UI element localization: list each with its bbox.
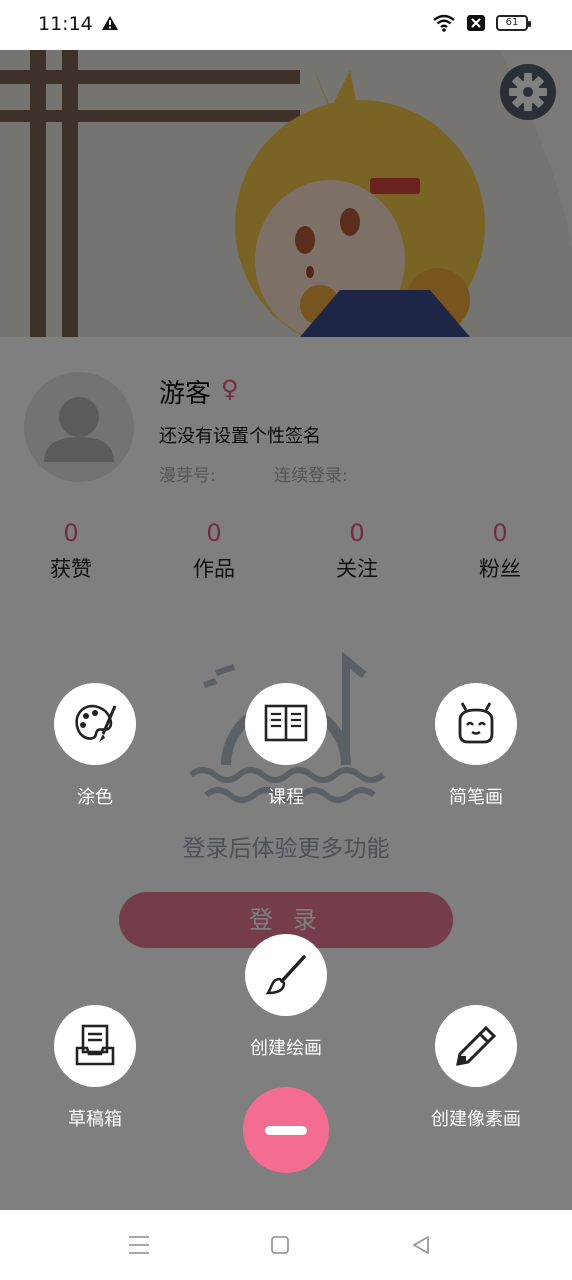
menu-lines-icon xyxy=(129,1236,149,1254)
close-menu-button[interactable] xyxy=(243,1087,329,1173)
course-label: 课程 xyxy=(268,787,304,808)
home-square-icon xyxy=(271,1236,289,1254)
nav-menu-button[interactable] xyxy=(119,1230,159,1260)
create-drawing-action[interactable]: 创建绘画 xyxy=(216,934,356,1060)
battery-icon: 61 xyxy=(496,15,531,31)
course-circle[interactable] xyxy=(245,683,327,765)
pixel-pencil-icon xyxy=(456,1025,497,1066)
brush-icon xyxy=(265,955,306,995)
inbox-drafts-icon xyxy=(75,1024,115,1066)
simple-drawing-circle[interactable] xyxy=(435,683,517,765)
sim-off-icon xyxy=(467,15,485,31)
create-pixel-action[interactable]: 创建像素画 xyxy=(406,1005,546,1131)
nav-home-button[interactable] xyxy=(260,1230,300,1260)
status-bar: 11:14 61 xyxy=(0,0,572,50)
warning-icon xyxy=(102,16,118,30)
drafts-action[interactable]: 草稿箱 xyxy=(25,1005,165,1131)
simple-drawing-action[interactable]: 简笔画 xyxy=(406,683,546,809)
minus-icon xyxy=(265,1125,307,1135)
coloring-action[interactable]: 涂色 xyxy=(25,683,165,809)
simple-drawing-label: 简笔画 xyxy=(449,787,503,808)
back-triangle-icon xyxy=(413,1236,429,1254)
battery-level: 61 xyxy=(505,17,519,28)
palette-icon xyxy=(75,704,117,742)
cute-face-icon xyxy=(458,702,494,744)
create-pixel-circle[interactable] xyxy=(435,1005,517,1087)
create-drawing-circle[interactable] xyxy=(245,934,327,1016)
book-icon xyxy=(264,704,308,742)
status-time: 11:14 xyxy=(38,13,93,35)
drafts-circle[interactable] xyxy=(54,1005,136,1087)
system-nav-bar xyxy=(0,1210,572,1280)
drafts-label: 草稿箱 xyxy=(68,1109,122,1130)
wifi-icon xyxy=(433,14,455,32)
coloring-label: 涂色 xyxy=(77,787,113,808)
coloring-circle[interactable] xyxy=(54,683,136,765)
course-action[interactable]: 课程 xyxy=(216,683,356,809)
create-pixel-label: 创建像素画 xyxy=(431,1109,521,1130)
nav-back-button[interactable] xyxy=(401,1230,441,1260)
create-drawing-label: 创建绘画 xyxy=(250,1038,322,1059)
